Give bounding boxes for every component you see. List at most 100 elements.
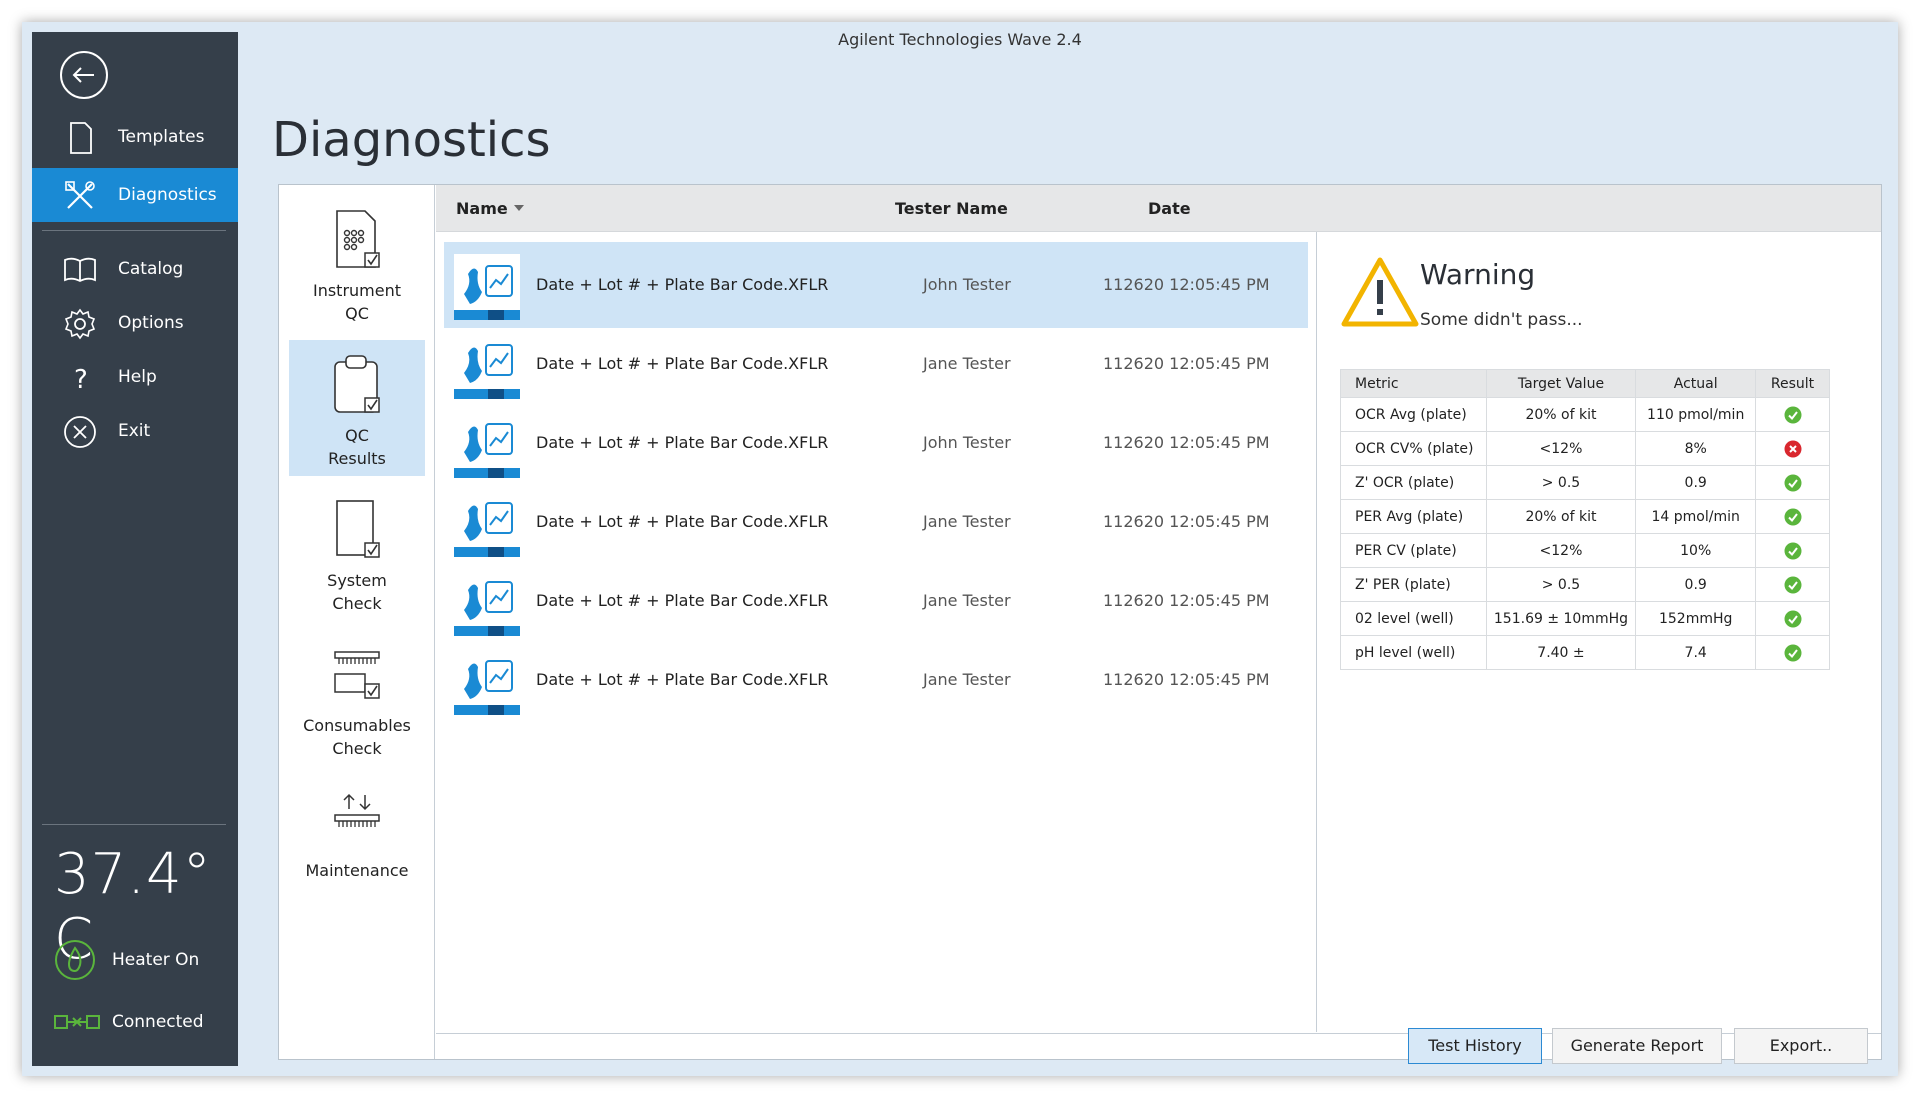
sidebar-item-label: Help (118, 367, 157, 387)
tool-label: System Check (327, 571, 387, 613)
main-panel: Instrument QC QC Results System Check Co… (278, 184, 1882, 1060)
check-circle-icon (1784, 576, 1802, 593)
tools-icon (65, 181, 95, 209)
clipboard-check-icon (334, 355, 380, 413)
xflr-file-icon (454, 491, 520, 557)
xflr-file-icon (454, 333, 520, 399)
check-circle-icon (1784, 474, 1802, 491)
table-row: Z' OCR (plate) > 0.5 0.9 (1340, 465, 1830, 500)
test-date: 112620 12:05:45 PM (1103, 591, 1270, 610)
file-name: Date + Lot # + Plate Bar Code.XFLR (536, 275, 829, 294)
sidebar-item-catalog[interactable]: Catalog (32, 242, 238, 296)
tool-maintenance[interactable]: Maintenance (289, 775, 425, 911)
xflr-file-icon (454, 254, 520, 320)
book-icon (64, 257, 96, 283)
table-header-row: Metric Target Value Actual Result (1340, 369, 1830, 398)
list-item[interactable]: Date + Lot # + Plate Bar Code.XFLR Jane … (444, 558, 1308, 644)
help-icon: ? (74, 365, 88, 395)
column-header-date[interactable]: Date (1148, 199, 1191, 218)
list-item[interactable]: Date + Lot # + Plate Bar Code.XFLR Jane … (444, 637, 1308, 723)
list-item[interactable]: Date + Lot # + Plate Bar Code.XFLR John … (444, 242, 1308, 328)
connection-label: Connected (112, 1012, 204, 1032)
tool-label: QC Results (328, 426, 386, 468)
tool-label: Instrument QC (312, 281, 402, 323)
xflr-file-icon (454, 570, 520, 636)
actual-value: 7.4 (1635, 635, 1757, 670)
metric-name: Z' PER (plate) (1340, 567, 1487, 602)
result-cell (1755, 499, 1830, 534)
metrics-table: Metric Target Value Actual Result OCR Av… (1340, 369, 1830, 670)
heater-label: Heater On (112, 950, 200, 970)
test-date: 112620 12:05:45 PM (1103, 512, 1270, 531)
target-value: 7.40 ± (1485, 635, 1637, 670)
target-value: 20% of kit (1485, 397, 1637, 432)
actual-value: 8% (1635, 431, 1757, 466)
metric-name: PER CV (plate) (1340, 533, 1487, 568)
list-item[interactable]: Date + Lot # + Plate Bar Code.XFLR Jane … (444, 479, 1308, 565)
generate-report-button[interactable]: Generate Report (1552, 1028, 1722, 1064)
target-value: <12% (1485, 431, 1637, 466)
heater-status: Heater On (54, 940, 199, 980)
tester-name: John Tester (923, 275, 1011, 294)
target-value: 20% of kit (1485, 499, 1637, 534)
close-circle-icon (64, 416, 96, 448)
warning-icon (1341, 257, 1419, 327)
table-row: OCR CV% (plate) <12% 8% (1340, 431, 1830, 466)
column-header-result: Result (1755, 369, 1830, 398)
test-date: 112620 12:05:45 PM (1103, 275, 1270, 294)
actual-value: 0.9 (1635, 465, 1757, 500)
connection-status: Connected (54, 1002, 204, 1042)
column-header-metric: Metric (1340, 369, 1487, 398)
warning-title: Warning (1420, 258, 1536, 291)
diagnostic-tools: Instrument QC QC Results System Check Co… (279, 185, 435, 1059)
sidebar: Templates Diagnostics Catalog Options ? … (32, 32, 238, 1066)
test-history-button[interactable]: Test History (1408, 1028, 1542, 1064)
tool-qc-results[interactable]: QC Results (289, 340, 425, 476)
tool-label: Maintenance (305, 861, 409, 880)
svg-text:?: ? (74, 365, 88, 395)
sidebar-item-templates[interactable]: Templates (32, 110, 238, 164)
test-date: 112620 12:05:45 PM (1103, 670, 1270, 689)
sidebar-item-label: Catalog (118, 259, 184, 279)
tester-name: Jane Tester (923, 591, 1011, 610)
check-circle-icon (1784, 406, 1802, 423)
sort-down-icon (514, 205, 525, 211)
actual-value: 14 pmol/min (1635, 499, 1757, 534)
sidebar-divider (42, 230, 226, 231)
metric-name: 02 level (well) (1340, 601, 1487, 636)
tool-consumables-check[interactable]: Consumables Check (289, 630, 425, 766)
result-cell (1755, 431, 1830, 466)
export-button[interactable]: Export.. (1734, 1028, 1868, 1064)
check-circle-icon (1784, 542, 1802, 559)
sidebar-divider (42, 824, 226, 825)
column-header-target: Target Value (1485, 369, 1637, 398)
tester-name: Jane Tester (923, 670, 1011, 689)
xflr-file-icon (454, 412, 520, 478)
list-item[interactable]: Date + Lot # + Plate Bar Code.XFLR John … (444, 400, 1308, 486)
tester-name: John Tester (923, 433, 1011, 452)
sidebar-item-exit[interactable]: Exit (32, 404, 238, 458)
sidebar-item-options[interactable]: Options (32, 296, 238, 350)
tool-instrument-qc[interactable]: Instrument QC (289, 195, 425, 331)
test-date: 112620 12:05:45 PM (1103, 354, 1270, 373)
gear-icon (64, 308, 96, 340)
back-button[interactable] (60, 51, 108, 99)
tool-system-check[interactable]: System Check (289, 485, 425, 621)
metric-name: OCR Avg (plate) (1340, 397, 1487, 432)
target-value: > 0.5 (1485, 465, 1637, 500)
result-cell (1755, 397, 1830, 432)
result-cell (1755, 533, 1830, 568)
column-header-name[interactable]: Name (456, 199, 525, 218)
list-item[interactable]: Date + Lot # + Plate Bar Code.XFLR Jane … (444, 321, 1308, 407)
sidebar-item-help[interactable]: ? Help (32, 350, 238, 404)
sidebar-item-label: Diagnostics (118, 185, 217, 205)
check-circle-icon (1784, 508, 1802, 525)
list-header: Name Tester Name Date (436, 185, 1881, 232)
metric-name: PER Avg (plate) (1340, 499, 1487, 534)
consumables-icon (334, 651, 380, 699)
sidebar-item-diagnostics[interactable]: Diagnostics (32, 168, 238, 222)
document-icon (70, 122, 92, 154)
column-header-tester[interactable]: Tester Name (895, 199, 1008, 218)
x-circle-icon (1784, 440, 1802, 457)
file-name: Date + Lot # + Plate Bar Code.XFLR (536, 591, 829, 610)
